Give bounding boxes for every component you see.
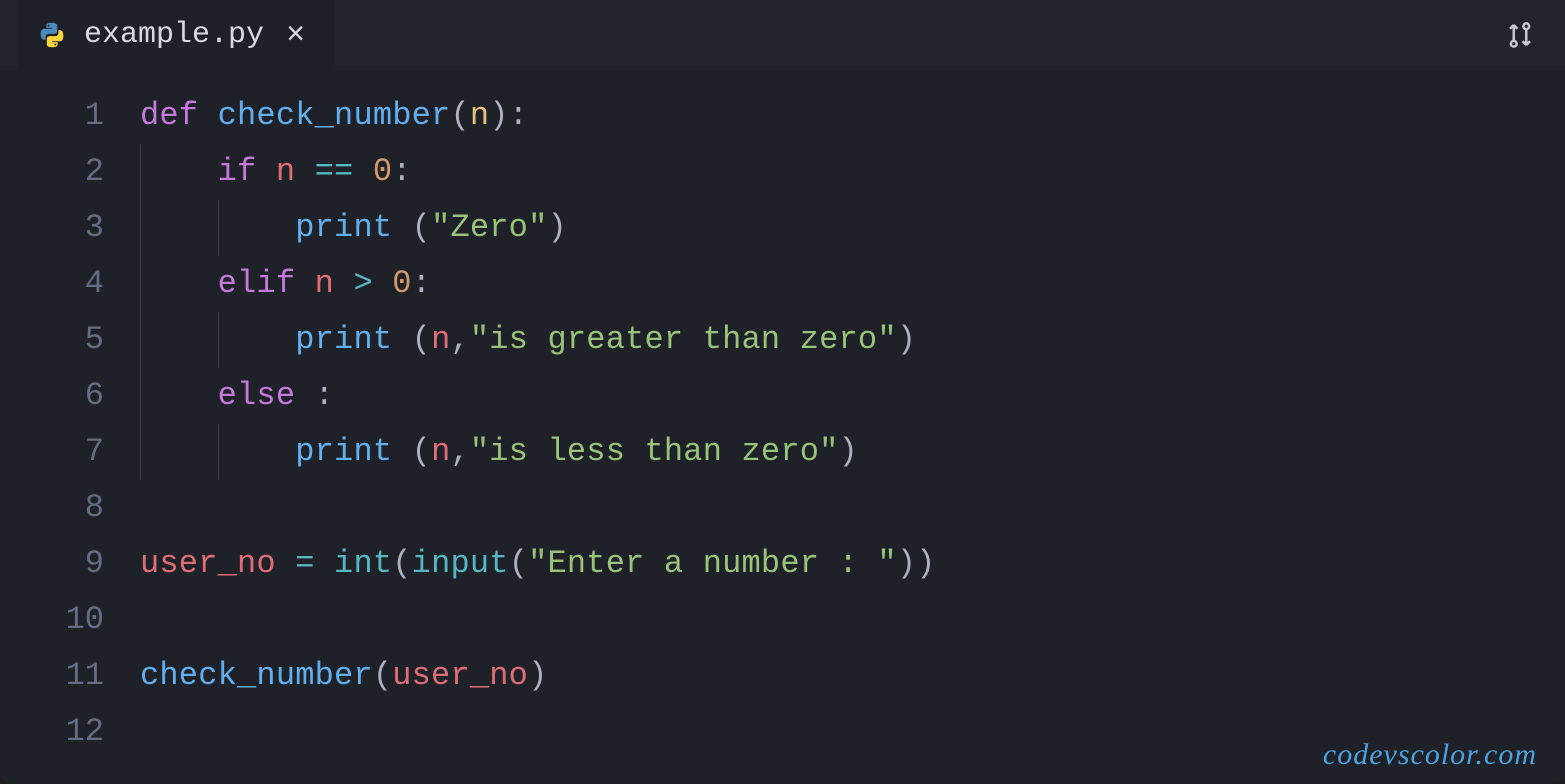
code-line[interactable]: elif n > 0: — [140, 256, 1565, 312]
line-number: 7 — [10, 424, 104, 480]
line-number-gutter: 1 2 3 4 5 6 7 8 9 10 11 12 — [10, 88, 140, 784]
keyword-def: def — [140, 97, 198, 134]
paren: ) — [547, 209, 566, 246]
indent-guide — [140, 144, 141, 200]
close-tab-icon[interactable]: × — [282, 17, 309, 54]
line-number: 6 — [10, 368, 104, 424]
function-name: check_number — [218, 97, 451, 134]
code-line[interactable]: print (n,"is less than zero") — [140, 424, 1565, 480]
comma: , — [450, 433, 469, 470]
keyword-elif: elif — [218, 265, 296, 302]
keyword-else: else — [218, 377, 296, 414]
line-number: 1 — [10, 88, 104, 144]
paren: ) — [916, 545, 935, 582]
operator: > — [353, 265, 372, 302]
builtin-print: print — [295, 321, 392, 358]
paren: ) — [839, 433, 858, 470]
paren: ) — [897, 545, 916, 582]
code-line[interactable]: else : — [140, 368, 1565, 424]
param: n — [470, 97, 489, 134]
keyword-if: if — [218, 153, 257, 190]
indent-guide — [140, 312, 141, 368]
line-number: 5 — [10, 312, 104, 368]
code-line[interactable]: def check_number(n): — [140, 88, 1565, 144]
compare-changes-icon[interactable] — [1505, 20, 1535, 55]
operator: == — [315, 153, 354, 190]
function-call: check_number — [140, 657, 373, 694]
comma: , — [450, 321, 469, 358]
paren: ( — [509, 545, 528, 582]
python-file-icon — [38, 21, 66, 49]
paren: ) — [489, 97, 508, 134]
operator: = — [295, 545, 314, 582]
paren: ( — [412, 433, 431, 470]
line-number: 3 — [10, 200, 104, 256]
line-number: 11 — [10, 648, 104, 704]
paren: ( — [412, 321, 431, 358]
watermark: codevscolor.com — [1323, 738, 1537, 772]
variable: n — [315, 265, 334, 302]
builtin-print: print — [295, 433, 392, 470]
string: "Zero" — [431, 209, 547, 246]
indent-guide — [140, 256, 141, 312]
string: "Enter a number : " — [528, 545, 897, 582]
code-area[interactable]: 1 2 3 4 5 6 7 8 9 10 11 12 def check_num… — [0, 70, 1565, 784]
tab-filename: example.py — [84, 18, 264, 52]
code-line[interactable]: print (n,"is greater than zero") — [140, 312, 1565, 368]
string: "is less than zero" — [470, 433, 839, 470]
variable: user_no — [140, 545, 276, 582]
indent-guide — [218, 424, 219, 480]
code-content[interactable]: def check_number(n): if n == 0: print ("… — [140, 88, 1565, 784]
colon: : — [315, 377, 334, 414]
line-number: 12 — [10, 704, 104, 760]
indent-guide — [140, 424, 141, 480]
code-line[interactable]: if n == 0: — [140, 144, 1565, 200]
file-tab[interactable]: example.py × — [18, 0, 335, 70]
builtin-print: print — [295, 209, 392, 246]
variable: n — [431, 433, 450, 470]
colon: : — [509, 97, 528, 134]
line-number: 8 — [10, 480, 104, 536]
paren: ) — [528, 657, 547, 694]
indent — [140, 153, 218, 190]
paren: ( — [450, 97, 469, 134]
code-line[interactable]: check_number(user_no) — [140, 648, 1565, 704]
number: 0 — [392, 265, 411, 302]
line-number: 9 — [10, 536, 104, 592]
paren: ) — [897, 321, 916, 358]
string: "is greater than zero" — [470, 321, 897, 358]
code-line[interactable] — [140, 592, 1565, 648]
paren: ( — [392, 545, 411, 582]
paren: ( — [412, 209, 431, 246]
editor-container: example.py × 1 2 3 4 5 6 7 8 9 10 — [0, 0, 1565, 784]
code-line[interactable]: user_no = int(input("Enter a number : ")… — [140, 536, 1565, 592]
tab-bar: example.py × — [0, 0, 1565, 70]
indent-guide — [218, 200, 219, 256]
number: 0 — [373, 153, 392, 190]
colon: : — [412, 265, 431, 302]
indent-guide — [140, 368, 141, 424]
variable: n — [431, 321, 450, 358]
builtin-int: int — [334, 545, 392, 582]
indent-guide — [140, 200, 141, 256]
code-line[interactable]: print ("Zero") — [140, 200, 1565, 256]
indent — [140, 377, 218, 414]
line-number: 10 — [10, 592, 104, 648]
line-number: 2 — [10, 144, 104, 200]
indent — [140, 265, 218, 302]
line-number: 4 — [10, 256, 104, 312]
paren: ( — [373, 657, 392, 694]
colon: : — [392, 153, 411, 190]
variable: user_no — [392, 657, 528, 694]
builtin-input: input — [412, 545, 509, 582]
code-line[interactable] — [140, 480, 1565, 536]
indent-guide — [218, 312, 219, 368]
variable: n — [276, 153, 295, 190]
